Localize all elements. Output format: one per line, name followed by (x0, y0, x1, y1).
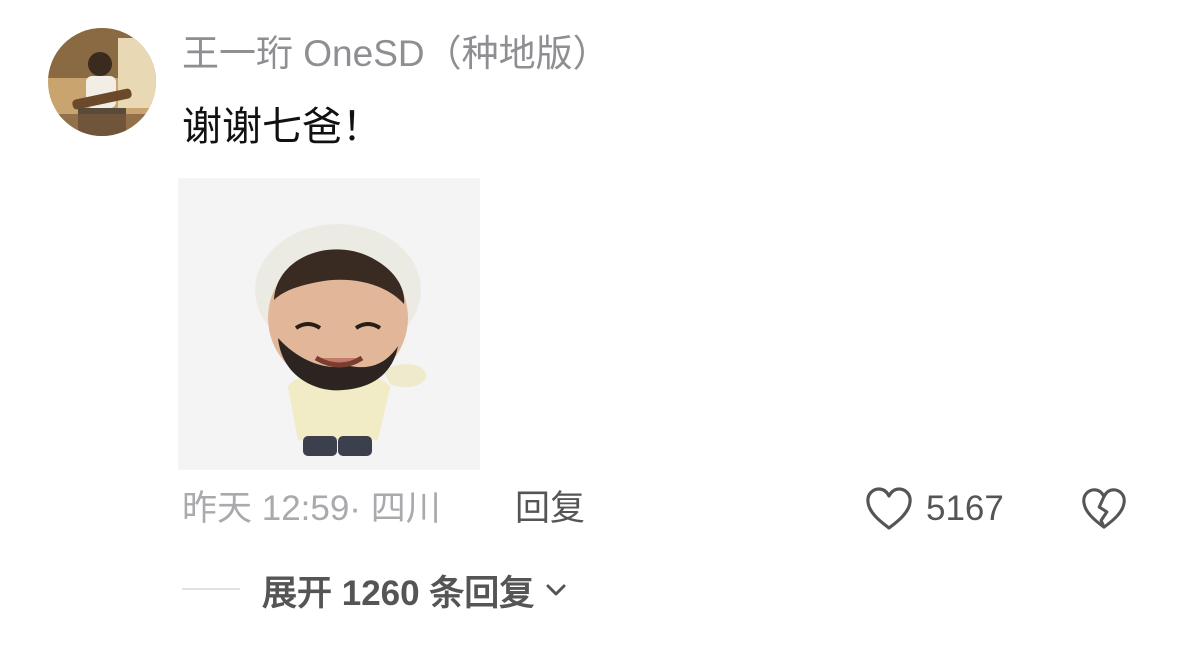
like-button[interactable]: 5167 (864, 484, 1004, 534)
comment-text: 谢谢七爸！ (182, 105, 382, 149)
replies-divider (182, 588, 240, 590)
expand-replies-label: 展开 1260 条回复 (262, 573, 535, 613)
heart-outline-icon (866, 487, 912, 530)
avatar-image (48, 28, 156, 136)
avatar[interactable] (48, 28, 156, 136)
comment-meta: 昨天 12:59· 四川 (182, 489, 441, 528)
expand-replies-button[interactable]: 展开 1260 条回复 (262, 566, 568, 614)
username[interactable]: 王一珩 OneSD（种地版） (182, 30, 610, 78)
dislike-button[interactable] (1080, 486, 1128, 532)
broken-heart-icon (1082, 488, 1126, 529)
baby-face-sticker (178, 178, 480, 470)
chevron-down-icon (546, 584, 566, 596)
sticker-image[interactable] (178, 178, 480, 470)
like-count: 5167 (926, 489, 1004, 528)
reply-button[interactable]: 回复 (515, 486, 585, 532)
